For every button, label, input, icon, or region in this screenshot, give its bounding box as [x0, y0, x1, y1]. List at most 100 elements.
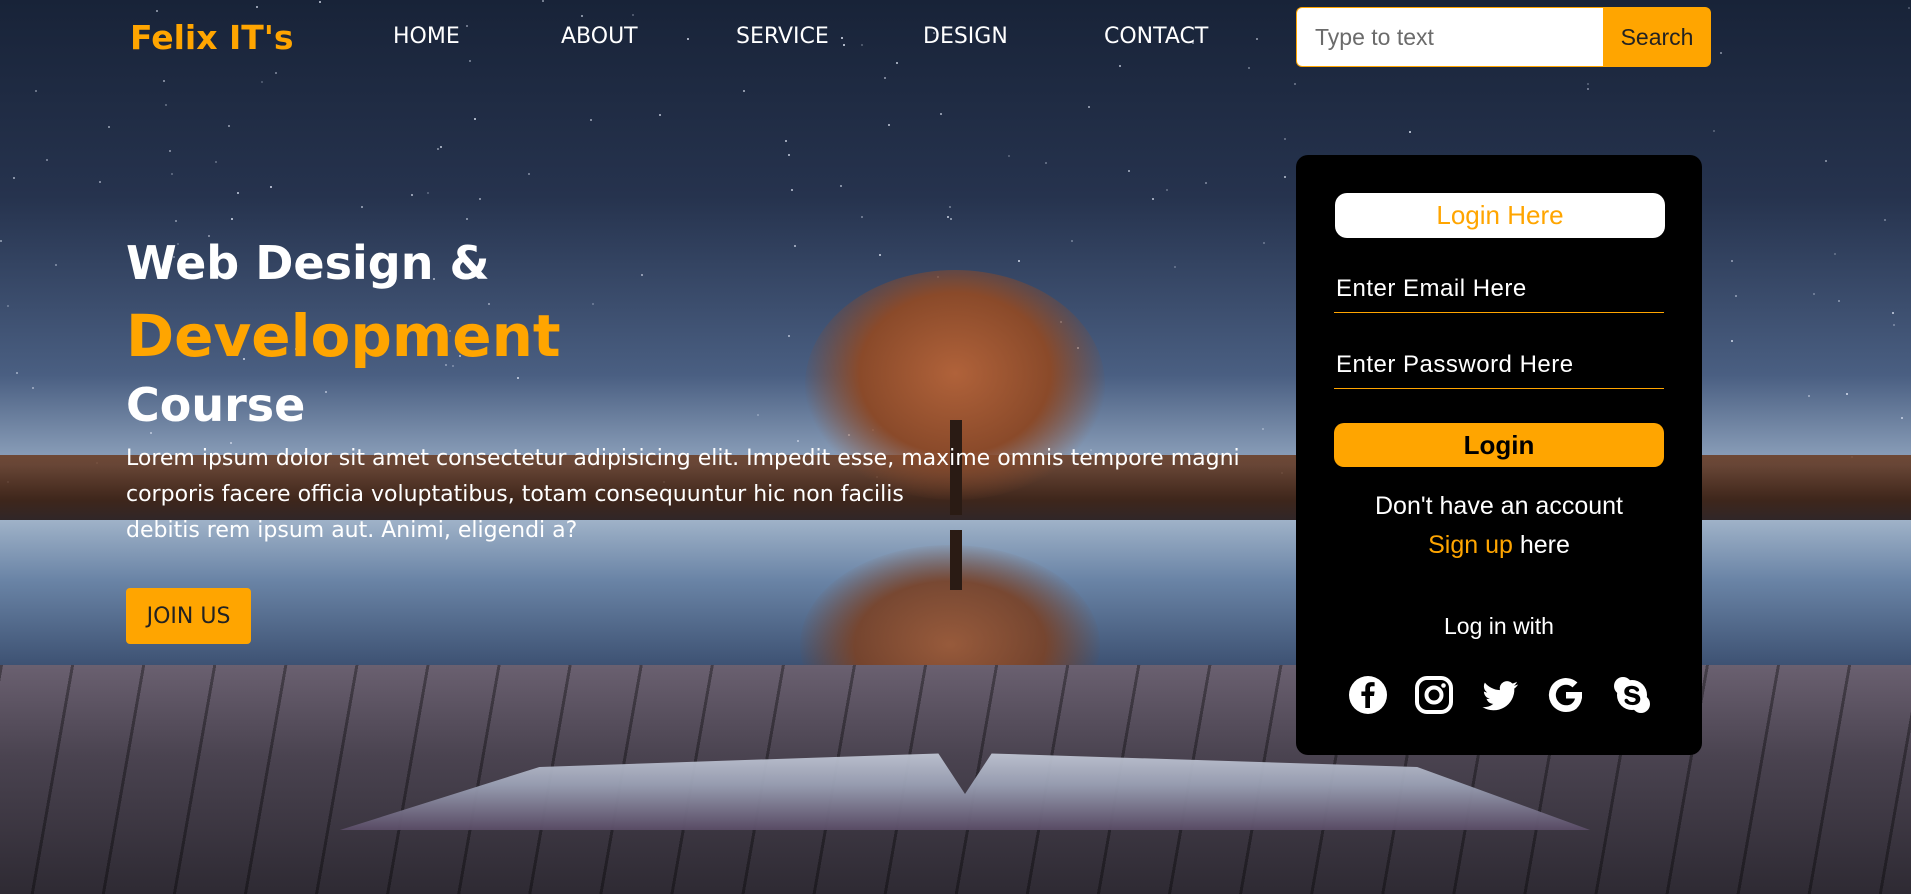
- star: [948, 206, 951, 209]
- star: [1833, 252, 1836, 255]
- star: [659, 113, 662, 116]
- star: [34, 89, 37, 92]
- password-field[interactable]: [1334, 341, 1664, 389]
- landing-page: Felix IT's HOME ABOUT SERVICE DESIGN CON…: [0, 0, 1911, 894]
- star: [1891, 312, 1894, 315]
- star: [1263, 241, 1266, 244]
- star: [0, 239, 3, 242]
- star: [1204, 182, 1207, 185]
- hero-description: Lorem ipsum dolor sit amet consectetur a…: [126, 441, 1240, 549]
- star: [947, 215, 950, 218]
- star: [174, 219, 177, 222]
- star: [1128, 169, 1130, 172]
- star: [940, 113, 943, 116]
- star: [1807, 394, 1810, 397]
- star: [215, 161, 218, 164]
- join-us-button[interactable]: JOIN US: [126, 588, 251, 644]
- star: [411, 193, 414, 196]
- star: [1261, 427, 1264, 430]
- login-with-label: Log in with: [1444, 613, 1554, 639]
- top-navbar: Felix IT's HOME ABOUT SERVICE DESIGN CON…: [0, 0, 1911, 80]
- star: [46, 159, 49, 162]
- star: [1883, 219, 1886, 222]
- star: [1734, 294, 1737, 297]
- star: [1712, 130, 1715, 133]
- nav-item-service[interactable]: SERVICE: [736, 24, 829, 49]
- google-icon[interactable]: [1546, 675, 1586, 715]
- signup-link[interactable]: Sign up: [1428, 531, 1513, 559]
- star: [230, 218, 233, 221]
- star: [1892, 323, 1895, 326]
- search-bar: Search: [1296, 7, 1711, 67]
- signup-suffix: here: [1512, 531, 1570, 559]
- nav-item-design[interactable]: DESIGN: [923, 24, 1008, 49]
- star: [466, 217, 469, 220]
- star: [164, 103, 167, 106]
- star: [170, 173, 173, 176]
- star: [361, 206, 364, 209]
- star: [788, 153, 791, 156]
- star: [1586, 87, 1589, 90]
- star: [426, 191, 429, 194]
- hero-section: Web Design & Development Course Lorem ip…: [126, 235, 1240, 549]
- nav-item-about[interactable]: ABOUT: [561, 24, 638, 49]
- twitter-icon[interactable]: [1480, 675, 1520, 715]
- star: [16, 371, 19, 374]
- facebook-icon[interactable]: [1348, 675, 1388, 715]
- email-field[interactable]: [1334, 265, 1664, 313]
- star: [98, 181, 101, 184]
- star: [839, 185, 842, 188]
- hero-heading-line1: Web Design &: [126, 236, 490, 290]
- star: [590, 119, 593, 122]
- star: [1845, 392, 1848, 395]
- search-input[interactable]: [1296, 7, 1603, 67]
- star: [1813, 292, 1816, 295]
- star: [1166, 188, 1169, 191]
- star: [168, 150, 171, 153]
- star: [1731, 259, 1734, 262]
- star: [13, 176, 16, 179]
- star: [55, 263, 58, 266]
- star: [1293, 82, 1296, 85]
- star: [1587, 82, 1590, 85]
- star: [1837, 299, 1840, 302]
- star: [440, 145, 443, 148]
- star: [478, 197, 481, 200]
- star: [270, 185, 273, 188]
- star: [236, 191, 239, 194]
- nav-item-contact[interactable]: CONTACT: [1104, 24, 1208, 49]
- star: [785, 139, 788, 142]
- no-account-text: Don't have an account: [1375, 492, 1623, 520]
- star: [31, 386, 34, 389]
- star: [7, 304, 10, 307]
- nav-item-home[interactable]: HOME: [393, 24, 460, 49]
- search-button[interactable]: Search: [1603, 7, 1711, 67]
- star: [949, 217, 952, 220]
- star: [888, 123, 891, 126]
- hero-heading-line2: Development: [126, 302, 561, 370]
- star: [474, 118, 476, 121]
- star: [1008, 154, 1011, 157]
- star: [1088, 105, 1091, 108]
- hero-heading-line3: Course: [126, 378, 306, 432]
- star: [261, 80, 264, 83]
- star: [108, 126, 111, 129]
- star: [227, 124, 230, 127]
- star: [791, 188, 794, 191]
- login-title: Login Here: [1335, 193, 1665, 238]
- login-panel: Login Here Login Don't have an account S…: [1296, 155, 1702, 755]
- star: [1408, 131, 1411, 134]
- hero-description-line: debitis rem ipsum aut. Animi, eligendi a…: [126, 518, 578, 543]
- brand-logo[interactable]: Felix IT's: [130, 18, 294, 57]
- skype-icon[interactable]: [1612, 675, 1652, 715]
- social-login-icons: [1348, 675, 1652, 715]
- star: [1283, 138, 1286, 141]
- star: [1901, 417, 1904, 420]
- instagram-icon[interactable]: [1414, 675, 1454, 715]
- star: [1152, 197, 1155, 200]
- star: [1284, 175, 1287, 178]
- star: [162, 80, 165, 83]
- star: [1045, 162, 1048, 165]
- login-button[interactable]: Login: [1334, 423, 1664, 467]
- star: [437, 148, 440, 151]
